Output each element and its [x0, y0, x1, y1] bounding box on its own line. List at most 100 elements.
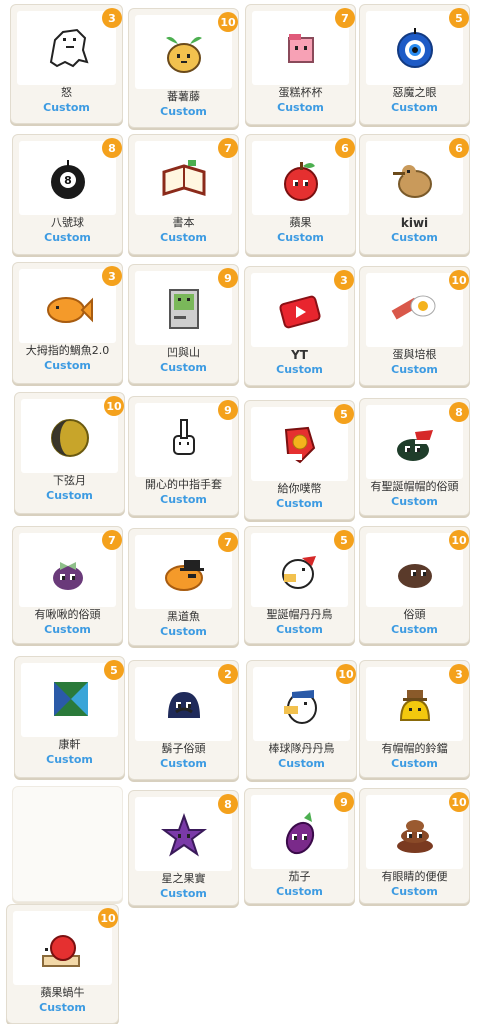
sticker-card[interactable]: 10 有眼睛的便便 Custom: [359, 788, 470, 904]
sticker-card[interactable]: 9 茄子 Custom: [244, 788, 355, 904]
sticker-card[interactable]: 7 黑道魚 Custom: [128, 528, 239, 646]
sticker-thumbnail[interactable]: 6: [252, 138, 355, 215]
sticker-card[interactable]: 3 大拇指的鯛魚2.0 Custom: [12, 262, 123, 384]
custom-link[interactable]: Custom: [13, 359, 122, 372]
sticker-thumbnail[interactable]: 2: [135, 664, 238, 741]
sticker-card[interactable]: 5 康軒 Custom: [14, 656, 125, 778]
count-badge: 10: [336, 664, 356, 684]
custom-link[interactable]: Custom: [13, 231, 122, 244]
sticker-card[interactable]: 8 8 八號球 Custom: [12, 134, 123, 255]
custom-link[interactable]: Custom: [360, 363, 469, 376]
sticker-card[interactable]: 7 有啾啾的俗頭 Custom: [12, 526, 123, 644]
sticker-card[interactable]: 5 惡魔之眼 Custom: [359, 4, 470, 125]
egg-bacon-icon: [385, 284, 445, 336]
custom-link[interactable]: Custom: [129, 231, 238, 244]
sticker-card[interactable]: 10 下弦月 Custom: [14, 392, 125, 514]
sticker-card[interactable]: 6 蘋果 Custom: [245, 134, 356, 255]
count-badge: 8: [102, 138, 122, 158]
sticker-thumbnail[interactable]: 7: [252, 8, 355, 85]
count-badge: 2: [218, 664, 238, 684]
custom-link[interactable]: Custom: [129, 887, 238, 900]
sticker-thumbnail[interactable]: 10: [366, 270, 469, 347]
custom-link[interactable]: Custom: [360, 231, 469, 244]
yt-play-icon: [270, 284, 330, 336]
custom-link[interactable]: Custom: [15, 489, 124, 502]
sticker-thumbnail[interactable]: 88: [19, 138, 122, 215]
sticker-thumbnail[interactable]: 3: [251, 270, 354, 347]
sticker-name: 開心的中指手套: [145, 478, 222, 491]
sticker-card[interactable]: 8 星之果實 Custom: [128, 790, 239, 906]
count-badge: 3: [102, 8, 122, 28]
sticker-thumbnail[interactable]: 3: [366, 664, 469, 741]
custom-link[interactable]: Custom: [13, 623, 122, 636]
sticker-name: 蛋與培根: [392, 348, 437, 361]
custom-link[interactable]: Custom: [247, 757, 356, 770]
sticker-thumbnail[interactable]: 10: [253, 664, 356, 741]
sticker-thumbnail[interactable]: 9: [251, 792, 354, 869]
sticker-card[interactable]: 10 蘋果蝸牛 Custom: [6, 904, 119, 1024]
custom-link[interactable]: Custom: [360, 101, 469, 114]
count-badge: 7: [218, 138, 238, 158]
custom-link[interactable]: Custom: [129, 493, 238, 506]
sticker-card[interactable]: 3 有帽帽的鈴鐺 Custom: [359, 660, 470, 778]
custom-link[interactable]: Custom: [15, 753, 124, 766]
custom-link[interactable]: Custom: [129, 361, 238, 374]
apple-icon: [271, 152, 331, 204]
sticker-thumbnail[interactable]: 10: [135, 12, 238, 89]
sticker-thumbnail[interactable]: 5: [251, 530, 354, 607]
sticker-card[interactable]: 9 凹與山 Custom: [128, 264, 239, 384]
sticker-card[interactable]: 10 蕃薯藤 Custom: [128, 8, 239, 128]
sticker-card[interactable]: 10 俗頭 Custom: [359, 526, 470, 644]
sticker-card[interactable]: 5 聖誕帽丹丹鳥 Custom: [244, 526, 355, 644]
sticker-thumbnail[interactable]: 7: [135, 532, 238, 609]
custom-link[interactable]: Custom: [129, 757, 238, 770]
custom-link[interactable]: Custom: [11, 101, 122, 114]
custom-link[interactable]: Custom: [7, 1001, 118, 1014]
sticker-card[interactable]: 8 有聖誕帽帽的俗頭 Custom: [359, 398, 470, 516]
custom-link[interactable]: Custom: [129, 625, 238, 638]
sticker-thumbnail[interactable]: 7: [19, 530, 122, 607]
sticker-card[interactable]: 10 棒球隊丹丹鳥 Custom: [246, 660, 357, 780]
sticker-card[interactable]: 7 蛋糕杯杯 Custom: [245, 4, 356, 125]
sticker-thumbnail[interactable]: 10: [366, 530, 469, 607]
custom-link[interactable]: Custom: [246, 101, 355, 114]
count-badge: 10: [98, 908, 118, 928]
sticker-thumbnail[interactable]: 6: [366, 138, 469, 215]
sticker-card[interactable]: 3 怒 Custom: [10, 4, 123, 124]
sticker-name: 星之果實: [161, 872, 206, 885]
sticker-thumbnail[interactable]: 10: [13, 908, 118, 985]
custom-link[interactable]: Custom: [360, 495, 469, 508]
sticker-thumbnail[interactable]: 5: [251, 404, 354, 481]
custom-link[interactable]: Custom: [245, 363, 354, 376]
sweet-potato-icon: [154, 26, 214, 78]
sticker-name: 有帽帽的鈴鐺: [381, 742, 448, 755]
custom-link[interactable]: Custom: [129, 105, 238, 118]
sticker-card[interactable]: 10 蛋與培根 Custom: [359, 266, 470, 386]
custom-link[interactable]: Custom: [360, 623, 469, 636]
sticker-thumbnail[interactable]: 10: [21, 396, 124, 473]
poop-eyes-icon: [385, 806, 445, 858]
sticker-card[interactable]: 7 書本 Custom: [128, 134, 239, 255]
sticker-thumbnail[interactable]: 3: [19, 266, 122, 343]
sticker-thumbnail[interactable]: 5: [21, 660, 124, 737]
sticker-thumbnail[interactable]: 3: [17, 8, 122, 85]
sticker-thumbnail[interactable]: 9: [135, 268, 238, 345]
sticker-card[interactable]: 9 開心的中指手套 Custom: [128, 396, 239, 516]
sticker-card[interactable]: 5 給你噗幣 Custom: [244, 400, 355, 520]
sticker-thumbnail[interactable]: 10: [366, 792, 469, 869]
custom-link[interactable]: Custom: [245, 885, 354, 898]
baseball-bird-icon: [272, 678, 332, 730]
sticker-card[interactable]: 3 YT Custom: [244, 266, 355, 386]
sticker-card[interactable]: 2 鬍子俗頭 Custom: [128, 660, 239, 780]
sticker-card[interactable]: 6 kiwi Custom: [359, 134, 470, 255]
custom-link[interactable]: Custom: [245, 623, 354, 636]
custom-link[interactable]: Custom: [245, 497, 354, 510]
sticker-thumbnail[interactable]: 9: [135, 400, 238, 477]
custom-link[interactable]: Custom: [360, 757, 469, 770]
sticker-thumbnail[interactable]: 8: [366, 402, 469, 479]
custom-link[interactable]: Custom: [246, 231, 355, 244]
custom-link[interactable]: Custom: [360, 885, 469, 898]
sticker-thumbnail[interactable]: 7: [135, 138, 238, 215]
sticker-thumbnail[interactable]: 5: [366, 8, 469, 85]
sticker-thumbnail[interactable]: 8: [135, 794, 238, 871]
